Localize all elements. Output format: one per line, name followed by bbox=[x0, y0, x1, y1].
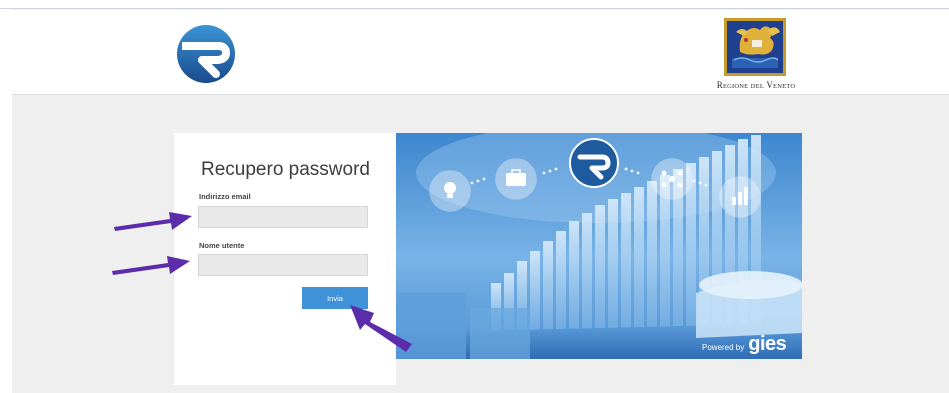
brand-r-logo-icon bbox=[177, 25, 235, 83]
lightbulb-icon bbox=[429, 170, 471, 212]
username-label: Nome utente bbox=[199, 241, 245, 250]
bar-chart-icon bbox=[719, 176, 761, 218]
page-title: Recupero password bbox=[201, 159, 370, 180]
region-name: REGIONE DEL VENETO bbox=[716, 80, 796, 90]
hero-graphic bbox=[396, 133, 802, 359]
email-label: Indirizzo email bbox=[199, 192, 251, 201]
email-field[interactable] bbox=[198, 206, 368, 228]
network-icon bbox=[651, 158, 693, 200]
briefcase-icon bbox=[495, 158, 537, 200]
brand-r-logo-icon bbox=[569, 138, 619, 188]
hero-illustration: Powered by gies bbox=[396, 133, 802, 359]
submit-button[interactable]: Invia bbox=[302, 287, 368, 309]
password-recovery-card: Recupero password Indirizzo email Nome u… bbox=[174, 133, 396, 385]
username-field[interactable] bbox=[198, 254, 368, 276]
regione-veneto-seal-icon bbox=[724, 18, 786, 76]
gies-logo: gies bbox=[748, 333, 787, 355]
powered-by-badge: Powered by gies bbox=[702, 333, 787, 356]
powered-by-label: Powered by bbox=[702, 343, 745, 352]
